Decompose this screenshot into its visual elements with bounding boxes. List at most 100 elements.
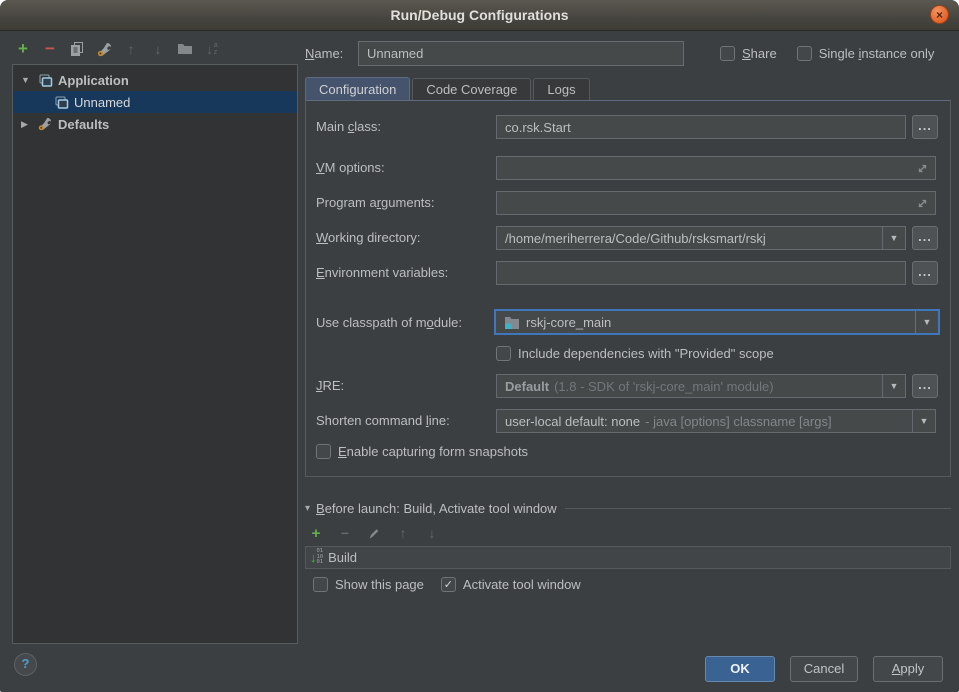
- dropdown-arrow-icon[interactable]: ▼: [915, 311, 938, 333]
- main-class-label: Main class:: [316, 119, 381, 134]
- close-icon[interactable]: ×: [930, 5, 949, 24]
- edit-defaults-button[interactable]: [95, 40, 113, 58]
- dropdown-arrow-icon[interactable]: ▼: [912, 410, 935, 432]
- add-task-button[interactable]: +: [307, 524, 325, 542]
- program-arguments-input[interactable]: [496, 191, 936, 215]
- move-task-up-button[interactable]: ↑: [394, 524, 412, 542]
- tree-node-unnamed[interactable]: Unnamed: [13, 91, 297, 113]
- build-compile-icon: ↓ 01 10 01: [310, 549, 323, 566]
- tab-logs[interactable]: Logs: [533, 78, 589, 101]
- single-instance-checkbox-row[interactable]: Single instance only: [797, 46, 935, 61]
- include-dependencies-row[interactable]: Include dependencies with "Provided" sco…: [496, 346, 774, 361]
- wrench-icon: [37, 116, 53, 132]
- activate-tool-window-label: Activate tool window: [463, 577, 581, 592]
- dropdown-arrow-icon[interactable]: ▼: [882, 227, 905, 249]
- settings-tabs: Configuration Code Coverage Logs: [305, 77, 590, 101]
- collapse-triangle-icon[interactable]: ▾: [305, 503, 310, 514]
- create-folder-button[interactable]: [176, 40, 194, 58]
- name-value: Unnamed: [367, 46, 423, 61]
- expand-field-icon[interactable]: [916, 197, 929, 213]
- main-class-value: co.rsk.Start: [505, 120, 571, 135]
- apply-button[interactable]: Apply: [873, 656, 943, 682]
- remove-task-button[interactable]: −: [336, 524, 354, 542]
- tab-configuration[interactable]: Configuration: [305, 77, 410, 101]
- share-checkbox-row[interactable]: Share: [720, 46, 777, 61]
- activate-tool-window-row[interactable]: ✓ Activate tool window: [441, 577, 581, 592]
- enable-capturing-label: Enable capturing form snapshots: [338, 444, 528, 459]
- environment-variables-input[interactable]: [496, 261, 906, 285]
- edit-task-button[interactable]: [365, 524, 383, 542]
- program-arguments-label: Program arguments:: [316, 195, 435, 210]
- tree-node-application[interactable]: ▼ Application: [13, 69, 297, 91]
- sort-configurations-button[interactable]: ↓ az: [203, 40, 221, 58]
- include-dependencies-checkbox[interactable]: [496, 346, 511, 361]
- working-directory-combo[interactable]: /home/meriherrera/Code/Github/rsksmart/r…: [496, 226, 906, 250]
- dropdown-arrow-icon[interactable]: ▼: [882, 375, 905, 397]
- pencil-icon: [367, 526, 381, 540]
- tab-code-coverage[interactable]: Code Coverage: [412, 78, 531, 101]
- main-class-browse-button[interactable]: ...: [912, 115, 938, 139]
- dialog-title: Run/Debug Configurations: [0, 0, 959, 30]
- before-launch-header[interactable]: ▾ Before launch: Build, Activate tool wi…: [305, 501, 951, 516]
- ellipsis-icon: ...: [918, 118, 932, 133]
- configuration-tab-panel: Main class: co.rsk.Start ... VM options:…: [305, 100, 951, 477]
- move-down-button[interactable]: ↓: [149, 40, 167, 58]
- wrench-icon: [96, 41, 113, 58]
- use-classpath-label: Use classpath of module:: [316, 315, 462, 330]
- ok-button[interactable]: OK: [705, 656, 775, 682]
- enable-capturing-row[interactable]: Enable capturing form snapshots: [316, 444, 528, 459]
- before-launch-title: Before launch: Build, Activate tool wind…: [316, 501, 557, 516]
- name-label: Name:: [305, 46, 358, 61]
- ellipsis-icon: ...: [918, 264, 932, 279]
- tree-node-defaults[interactable]: ▶ Defaults: [13, 113, 297, 135]
- tree-node-label: Application: [58, 73, 129, 88]
- show-this-page-checkbox[interactable]: [313, 577, 328, 592]
- move-task-down-button[interactable]: ↓: [423, 524, 441, 542]
- tree-collapsed-icon[interactable]: ▶: [21, 119, 32, 130]
- show-this-page-label: Show this page: [335, 577, 424, 592]
- help-button[interactable]: ?: [14, 653, 37, 676]
- vm-options-input[interactable]: [496, 156, 936, 180]
- shorten-command-line-label: Shorten command line:: [316, 413, 450, 428]
- share-label: Share: [742, 46, 777, 61]
- show-this-page-row[interactable]: Show this page: [313, 577, 424, 592]
- cancel-button[interactable]: Cancel: [790, 656, 858, 682]
- before-launch-task-build[interactable]: ↓ 01 10 01 Build: [305, 546, 951, 569]
- environment-variables-browse-button[interactable]: ...: [912, 261, 938, 285]
- check-icon: ✓: [444, 578, 453, 591]
- working-directory-browse-button[interactable]: ...: [912, 226, 938, 250]
- run-debug-configurations-dialog: Run/Debug Configurations × + − ↑ ↓ ↓ az …: [0, 0, 959, 692]
- plus-icon: +: [312, 525, 321, 542]
- name-input[interactable]: Unnamed: [358, 41, 684, 66]
- title-bar[interactable]: Run/Debug Configurations ×: [0, 0, 959, 31]
- activate-tool-window-checkbox[interactable]: ✓: [441, 577, 456, 592]
- arrow-down-icon: ↓: [155, 41, 162, 57]
- jre-browse-button[interactable]: ...: [912, 374, 938, 398]
- single-instance-label: Single instance only: [819, 46, 935, 61]
- tree-expanded-icon[interactable]: ▼: [21, 75, 32, 85]
- move-up-button[interactable]: ↑: [122, 40, 140, 58]
- use-classpath-value: rskj-core_main: [526, 315, 611, 330]
- add-configuration-button[interactable]: +: [14, 40, 32, 58]
- expand-field-icon[interactable]: [916, 162, 929, 178]
- working-directory-value: /home/meriherrera/Code/Github/rsksmart/r…: [505, 231, 766, 246]
- arrow-down-icon: ↓: [429, 525, 436, 541]
- use-classpath-combo[interactable]: rskj-core_main ▼: [494, 309, 940, 335]
- shorten-command-line-hint: - java [options] classname [args]: [645, 414, 831, 429]
- enable-capturing-checkbox[interactable]: [316, 444, 331, 459]
- application-icon: [53, 95, 69, 110]
- name-row: Name: Unnamed Share Single instance only: [305, 40, 934, 66]
- jre-combo[interactable]: Default (1.8 - SDK of 'rskj-core_main' m…: [496, 374, 906, 398]
- shorten-command-line-value: user-local default: none: [505, 414, 640, 429]
- shorten-command-line-combo[interactable]: user-local default: none - java [options…: [496, 409, 936, 433]
- share-checkbox[interactable]: [720, 46, 735, 61]
- ellipsis-icon: ...: [918, 229, 932, 244]
- question-mark-icon: ?: [22, 656, 30, 671]
- single-instance-checkbox[interactable]: [797, 46, 812, 61]
- ellipsis-icon: ...: [918, 377, 932, 392]
- remove-configuration-button[interactable]: −: [41, 40, 59, 58]
- plus-icon: +: [18, 39, 28, 59]
- sort-alphabetically-icon: ↓ az: [206, 42, 217, 57]
- main-class-input[interactable]: co.rsk.Start: [496, 115, 906, 139]
- copy-configuration-button[interactable]: [68, 40, 86, 58]
